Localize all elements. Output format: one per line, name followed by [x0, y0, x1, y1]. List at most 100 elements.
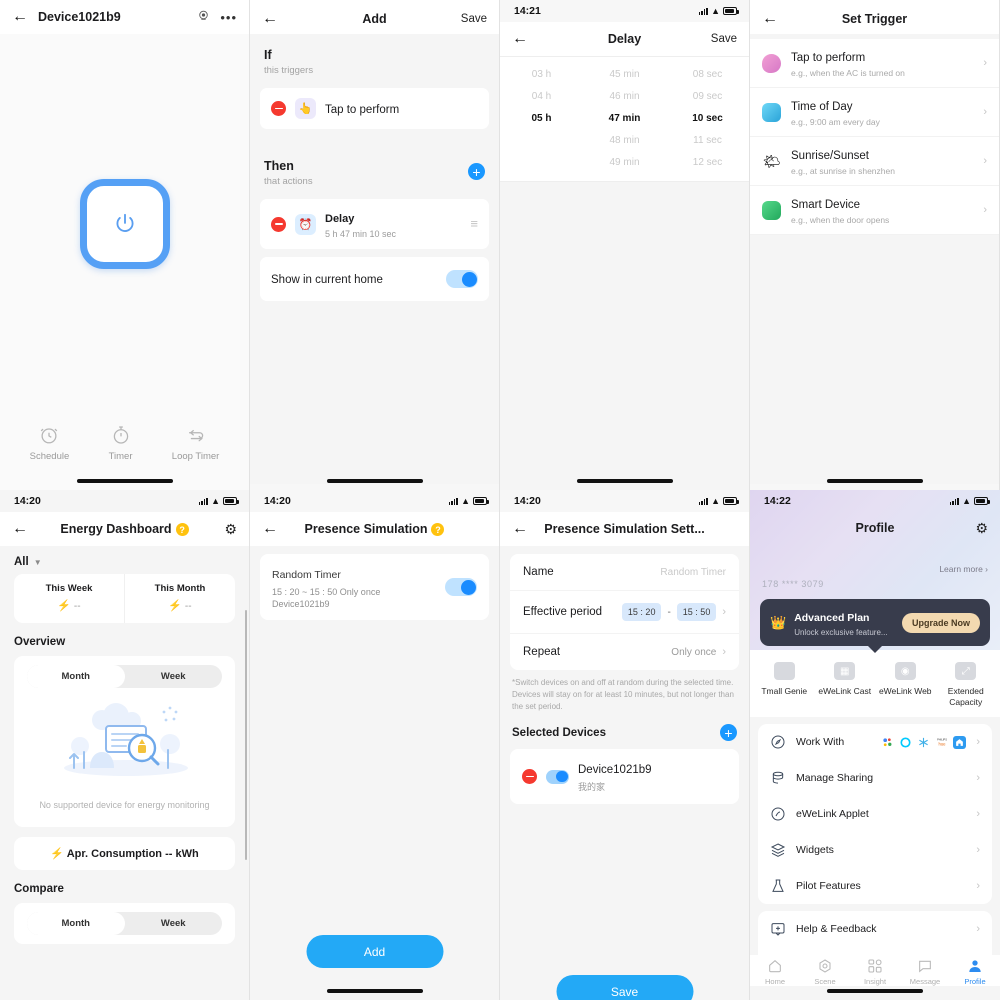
- compare-segment-week[interactable]: Week: [125, 912, 223, 935]
- show-in-home-toggle[interactable]: [446, 270, 478, 288]
- hour-cell[interactable]: 03 h: [500, 69, 583, 80]
- menu-item-manage-sharing[interactable]: Manage Sharing ›: [758, 760, 992, 796]
- picker-row[interactable]: 03 h 45 min 08 sec: [500, 63, 749, 85]
- menu-item-work-with[interactable]: Work With PHILIPS hue ›: [758, 724, 992, 760]
- bottom-nav-home[interactable]: Home: [750, 958, 800, 986]
- trigger-item-smart-device[interactable]: Smart Device e.g., when the door opens ›: [750, 186, 999, 235]
- bottom-nav-message[interactable]: Message: [900, 958, 950, 986]
- service-tmall-genie[interactable]: Tmall Genie: [754, 662, 815, 707]
- setting-row-effective-period[interactable]: Effective period 15 : 20 - 15 : 50 ›: [510, 591, 739, 634]
- camera-icon[interactable]: [197, 9, 210, 25]
- save-button[interactable]: Save: [556, 975, 693, 1000]
- device-toggle[interactable]: [546, 769, 569, 784]
- advanced-plan-banner[interactable]: 👑 Advanced Plan Unlock exclusive feature…: [760, 599, 990, 653]
- help-icon[interactable]: ?: [175, 523, 189, 537]
- learn-more-link[interactable]: Learn more ›: [750, 544, 1000, 574]
- action-row[interactable]: ⏰ Delay 5 h 47 min 10 sec ≡: [260, 199, 489, 249]
- trigger-item-time-of-day[interactable]: Time of Day e.g., 9:00 am every day ›: [750, 88, 999, 137]
- menu-label: Help & Feedback: [796, 923, 877, 936]
- back-icon[interactable]: ←: [512, 521, 532, 537]
- delay-picker[interactable]: 03 h 45 min 08 sec 04 h 46 min 09 sec 05…: [500, 57, 749, 181]
- scrollbar[interactable]: [245, 610, 247, 860]
- service-ewelink-web[interactable]: ◉ eWeLink Web: [875, 662, 936, 707]
- delay-navbar: ← Delay Save: [500, 22, 749, 56]
- service-extended-capacity[interactable]: ⤢ Extended Capacity: [936, 662, 997, 707]
- minute-cell-selected[interactable]: 47 min: [583, 113, 666, 124]
- drag-handle-icon[interactable]: ≡: [470, 217, 478, 231]
- back-icon[interactable]: ←: [762, 11, 782, 27]
- bottom-nav-scene[interactable]: Scene: [800, 958, 850, 986]
- back-icon[interactable]: ←: [12, 521, 32, 537]
- add-device-button[interactable]: +: [720, 724, 737, 741]
- gear-icon[interactable]: ⚙: [224, 521, 237, 538]
- picker-row-selected[interactable]: 05 h 47 min 10 sec: [500, 107, 749, 129]
- tab-loop-timer[interactable]: Loop Timer: [172, 424, 219, 462]
- second-cell[interactable]: 08 sec: [666, 69, 749, 80]
- bottom-nav-insight[interactable]: Insight: [850, 958, 900, 986]
- stat-this-week[interactable]: This Week ⚡ --: [14, 574, 124, 623]
- setting-row-repeat[interactable]: Repeat Only once ›: [510, 634, 739, 670]
- segment-week[interactable]: Week: [125, 665, 223, 688]
- add-action-button[interactable]: +: [468, 163, 485, 180]
- back-icon[interactable]: ←: [12, 9, 32, 25]
- trigger-row[interactable]: 👆 Tap to perform: [260, 88, 489, 129]
- second-cell-selected[interactable]: 10 sec: [666, 113, 749, 124]
- second-cell[interactable]: 12 sec: [666, 157, 749, 168]
- back-icon[interactable]: ←: [512, 31, 532, 47]
- second-cell[interactable]: 09 sec: [666, 91, 749, 102]
- hour-cell-selected[interactable]: 05 h: [500, 113, 583, 124]
- add-button[interactable]: Add: [306, 935, 443, 968]
- remove-icon[interactable]: [271, 101, 286, 116]
- upgrade-now-button[interactable]: Upgrade Now: [901, 612, 980, 633]
- tab-timer[interactable]: Timer: [109, 424, 132, 462]
- presence-item-toggle[interactable]: [445, 578, 477, 596]
- insight-icon: [868, 959, 882, 973]
- menu-item-ewelink-applet[interactable]: eWeLink Applet ›: [758, 796, 992, 832]
- period-start-chip[interactable]: 15 : 20: [621, 603, 662, 621]
- remove-icon[interactable]: [271, 216, 286, 232]
- bottom-nav-profile[interactable]: Profile: [950, 958, 1000, 986]
- filter-dropdown[interactable]: All ▼: [0, 546, 249, 574]
- trigger-item-tap-to-perform[interactable]: Tap to perform e.g., when the AC is turn…: [750, 39, 999, 88]
- service-ewelink-cast[interactable]: ▦ eWeLink Cast: [815, 662, 876, 707]
- gear-icon[interactable]: ⚙: [975, 520, 988, 537]
- overview-segmented-control[interactable]: Month Week: [27, 665, 222, 688]
- selected-device-row[interactable]: Device1021b9 我的家: [510, 749, 739, 804]
- compare-segment-month[interactable]: Month: [27, 912, 125, 935]
- power-button[interactable]: [79, 179, 170, 269]
- stat-this-month[interactable]: This Month ⚡ --: [124, 574, 235, 623]
- back-icon[interactable]: ←: [262, 521, 282, 537]
- more-icon[interactable]: •••: [220, 10, 237, 25]
- consumption-card[interactable]: ⚡ Apr. Consumption -- kWh: [14, 837, 235, 870]
- minute-cell[interactable]: 49 min: [583, 157, 666, 168]
- compare-segmented-control[interactable]: Month Week: [27, 912, 222, 935]
- bolt-icon: ⚡: [50, 848, 65, 860]
- trigger-item-sunrise-sunset[interactable]: 🌤 Sunrise/Sunset e.g., at sunrise in she…: [750, 137, 999, 186]
- second-cell[interactable]: 11 sec: [666, 135, 749, 146]
- hour-cell[interactable]: 04 h: [500, 91, 583, 102]
- back-icon[interactable]: ←: [262, 11, 282, 27]
- minute-cell[interactable]: 46 min: [583, 91, 666, 102]
- presence-item[interactable]: Random Timer 15 : 20 ~ 15 : 50 Only once…: [260, 554, 489, 620]
- picker-row[interactable]: 49 min 12 sec: [500, 151, 749, 173]
- remove-icon[interactable]: [522, 769, 537, 784]
- signal-icon: [949, 497, 960, 505]
- menu-item-pilot-features[interactable]: Pilot Features ›: [758, 868, 992, 904]
- signal-icon: [698, 7, 709, 15]
- help-icon[interactable]: ?: [431, 523, 445, 537]
- segment-month[interactable]: Month: [27, 665, 125, 688]
- minute-cell[interactable]: 45 min: [583, 69, 666, 80]
- picker-row[interactable]: 48 min 11 sec: [500, 129, 749, 151]
- save-button[interactable]: Save: [711, 33, 737, 45]
- show-in-home-row[interactable]: Show in current home: [260, 257, 489, 301]
- menu-item-widgets[interactable]: Widgets ›: [758, 832, 992, 868]
- period-end-chip[interactable]: 15 : 50: [676, 603, 717, 621]
- name-value[interactable]: Random Timer: [660, 567, 726, 578]
- tab-schedule[interactable]: Schedule: [30, 424, 69, 462]
- minute-cell[interactable]: 48 min: [583, 135, 666, 146]
- save-button[interactable]: Save: [461, 13, 487, 25]
- panel-energy-dashboard: 14:20 ▲ ← Energy Dashboard? ⚙ All ▼ This…: [0, 490, 250, 1000]
- menu-item-help-feedback[interactable]: Help & Feedback ›: [758, 911, 992, 947]
- picker-row[interactable]: 04 h 46 min 09 sec: [500, 85, 749, 107]
- setting-row-name[interactable]: Name Random Timer: [510, 554, 739, 591]
